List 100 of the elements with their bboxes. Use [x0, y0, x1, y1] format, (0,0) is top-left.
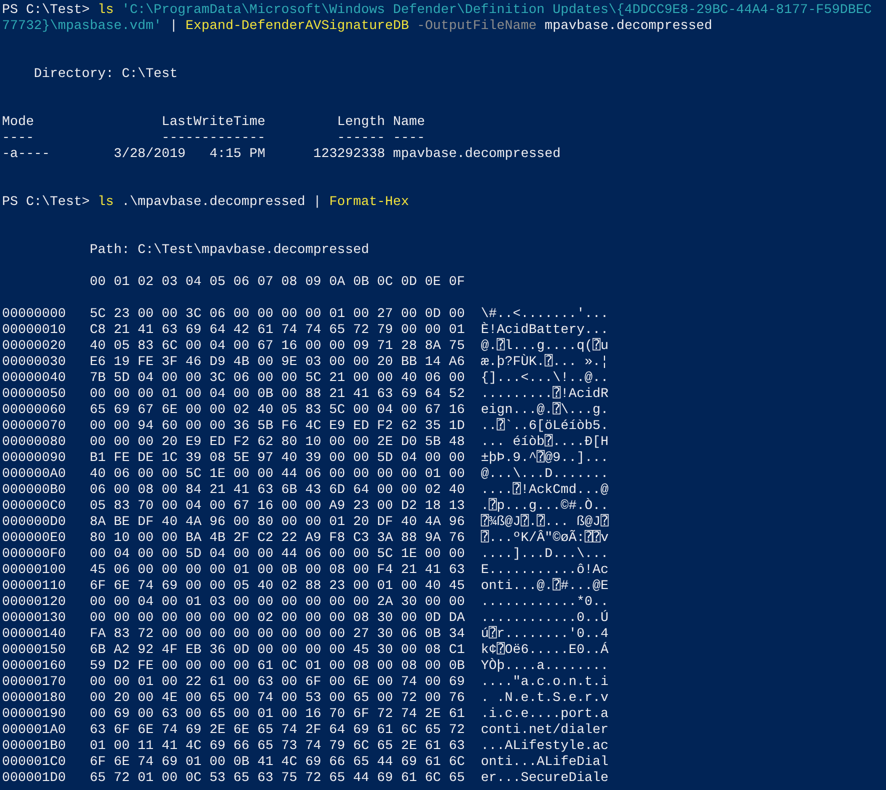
column-header: Name: [393, 114, 425, 129]
row-offset: 00000050: [2, 386, 66, 401]
ascii-text: ...."a.c.o.n.t.i: [480, 674, 608, 689]
hex-bytes: 00 20 00 4E 00 65 00 74 00 53 00 65 00 72 00 76: [90, 690, 465, 705]
ascii-text: eign...@.⍰\...g.: [480, 402, 609, 417]
hex-bytes: 05 83 70 00 04 00 67 16 00 00 A9 23 00 D2 18 13: [90, 498, 465, 513]
hex-bytes: 8A BE DF 40 4A 96 00 80 00 00 01 20 DF 40 4A 96: [90, 514, 465, 529]
directory-path: C:\Test: [122, 66, 178, 81]
hex-bytes: B1 FE DE 1C 39 08 5E 97 40 39 00 00 5D 04 00 00: [90, 450, 465, 465]
ascii-text: ............0..Ú: [480, 610, 608, 625]
row-offset: 00000000: [2, 306, 66, 321]
row-offset: 00000180: [2, 690, 66, 705]
hex-bytes: 80 10 00 00 BA 4B 2F C2 22 A9 F8 C3 3A 88 9A 76: [90, 530, 465, 545]
ascii-text: .i.c.e....port.a: [480, 706, 608, 721]
hex-bytes: 00 00 00 01 00 04 00 0B 00 88 21 41 63 69 64 52: [90, 386, 465, 401]
hex-bytes: FA 83 72 00 00 00 00 00 00 00 00 27 30 06 0B 34: [90, 626, 465, 641]
row-offset: 00000150: [2, 642, 66, 657]
ascii-text: ....]...D...\...: [480, 546, 608, 561]
column-header: Mode: [2, 114, 34, 129]
row-offset: 000001B0: [2, 738, 66, 753]
row-offset: 00000070: [2, 418, 66, 433]
ascii-text: .........⍰!AcidR: [480, 386, 609, 401]
column-offsets: 00 01 02 03 04 05 06 07 08 09 0A 0B 0C 0D 0E 0F: [90, 274, 465, 289]
row-offset: 00000010: [2, 322, 66, 337]
ascii-text: YÒþ....a........: [480, 658, 608, 673]
hex-bytes: 65 72 01 00 0C 53 65 63 75 72 65 44 69 61 6C 65: [90, 770, 465, 785]
row-offset: 000000F0: [2, 546, 66, 561]
hex-bytes: C8 21 41 63 69 64 42 61 74 74 65 72 79 00 00 01: [90, 322, 465, 337]
hex-bytes: 00 00 94 60 00 00 36 5B F6 4C E9 ED F2 62 35 1D: [90, 418, 465, 433]
row-offset: 00000130: [2, 610, 66, 625]
hex-bytes: 40 06 00 00 5C 1E 00 00 44 06 00 00 00 00 01 00: [90, 466, 465, 481]
row-offset: 00000190: [2, 706, 66, 721]
header-underline: ----: [2, 130, 34, 145]
ascii-text: ⍰¾ß@J⍰.⍰... ß@J⍰: [480, 514, 609, 529]
ascii-text: æ.þ?FÙK.⍰... ».¦: [480, 354, 609, 369]
command-line: PS C:\Test> ls 'C:\ProgramData\Microsoft\Windows Defender\Definition Updates\{4DDCC9E8-29BC-44A4-8177-F59DBEC77732}\mpasbase.vdm' | Expand-DefenderAVSignatureDB -OutputFileName mpavbase.decompressed: [2, 2, 873, 34]
ascii-text: er...SecureDiale: [480, 770, 608, 785]
ascii-text: @...\...D.......: [480, 466, 608, 481]
hex-bytes: 00 04 00 00 5D 04 00 00 44 06 00 00 5C 1E 00 00: [90, 546, 465, 561]
row-offset: 00000040: [2, 370, 66, 385]
column-header: Length: [337, 114, 386, 129]
row-offset: 00000110: [2, 578, 66, 593]
hex-bytes: 00 00 04 00 01 03 00 00 00 00 00 00 2A 30 00 00: [90, 594, 465, 609]
ascii-text: . .N.e.t.S.e.r.v: [480, 690, 608, 705]
ascii-text: .⍰p...g...©#.Ò..: [480, 498, 609, 513]
header-underline: -------------: [162, 130, 266, 145]
row-offset: 000000B0: [2, 482, 66, 497]
row-offset: 00000060: [2, 402, 66, 417]
row-offset: 00000080: [2, 434, 66, 449]
hex-bytes: 7B 5D 04 00 00 3C 06 00 00 5C 21 00 00 40 06 00: [90, 370, 465, 385]
row-offset: 00000170: [2, 674, 66, 689]
ascii-text: ....⍰!AckCmd...@: [480, 482, 609, 497]
column-header: LastWriteTime: [162, 114, 266, 129]
ascii-text: \#..<.......'...: [480, 306, 608, 321]
ascii-text: ú⍰r........'0..4: [480, 626, 609, 641]
hex-bytes: 40 05 83 6C 00 04 00 67 16 00 00 09 71 28 8A 75: [90, 338, 465, 353]
row-offset: 00000140: [2, 626, 66, 641]
ascii-text: ... éíòb⍰....Ð[H: [480, 434, 609, 449]
header-underline: ------: [337, 130, 386, 145]
row-offset: 00000030: [2, 354, 66, 369]
row-offset: 00000100: [2, 562, 66, 577]
row-offset: 000000E0: [2, 530, 66, 545]
hex-bytes: 45 06 00 00 00 00 01 00 0B 00 08 00 F4 21 41 63: [90, 562, 465, 577]
header-underline: ----: [393, 130, 425, 145]
row-offset: 00000160: [2, 658, 66, 673]
ascii-text: k¢⍰Oë6.....E0..Á: [480, 642, 609, 657]
row-offset: 00000020: [2, 338, 66, 353]
row-offset: 000000D0: [2, 514, 66, 529]
command-line: PS C:\Test> ls .\mpavbase.decompressed | Format-Hex: [2, 194, 410, 210]
mode-text: -a----: [2, 146, 50, 161]
ascii-text: @.⍰l...g....q(⍰u: [480, 338, 609, 353]
path-label: Path:: [90, 242, 130, 257]
ascii-text: onti...ALifeDial: [480, 754, 608, 769]
date-time-text: 3/28/2019 4:15 PM: [114, 146, 266, 161]
row-offset: 000000A0: [2, 466, 66, 481]
row-offset: 000000C0: [2, 498, 66, 513]
path-text: C:\Test\mpavbase.decompressed: [138, 242, 370, 257]
hex-bytes: 65 69 67 6E 00 00 02 40 05 83 5C 00 04 00 67 16: [90, 402, 465, 417]
hex-bytes: 00 00 01 00 22 61 00 63 00 6F 00 6E 00 74 00 69: [90, 674, 465, 689]
row-offset: 000001C0: [2, 754, 66, 769]
hex-bytes: 01 00 11 41 4C 69 66 65 73 74 79 6C 65 2E 61 63: [90, 738, 465, 753]
ascii-text: E...........ô!Ac: [480, 562, 608, 577]
name-text: mpavbase.decompressed: [393, 146, 561, 161]
hex-bytes: 06 00 08 00 84 21 41 63 6B 43 6D 64 00 00 02 40: [90, 482, 465, 497]
ascii-text: ..⍰`..6[öLéíòb5.: [480, 418, 609, 433]
hex-bytes: 5C 23 00 00 3C 06 00 00 00 00 01 00 27 00 0D 00: [90, 306, 465, 321]
hex-bytes: E6 19 FE 3F 46 D9 4B 00 9E 03 00 00 20 BB 14 A6: [90, 354, 465, 369]
hex-bytes: 6F 6E 74 69 00 00 05 40 02 88 23 00 01 00 40 45: [90, 578, 465, 593]
ascii-text: È!AcidBattery...: [480, 322, 608, 337]
hex-bytes: 59 D2 FE 00 00 00 00 61 0C 01 00 08 00 08 00 0B: [90, 658, 465, 673]
hex-bytes: 00 69 00 63 00 65 00 01 00 16 70 6F 72 74 2E 61: [90, 706, 465, 721]
row-offset: 000001D0: [2, 770, 66, 785]
hex-bytes: 63 6F 6E 74 69 2E 6E 65 74 2F 64 69 61 6C 65 72: [90, 722, 465, 737]
row-offset: 00000090: [2, 450, 66, 465]
hex-bytes: 6B A2 92 4F EB 36 0D 00 00 00 00 45 30 00 08 C1: [90, 642, 465, 657]
row-offset: 000001A0: [2, 722, 66, 737]
ascii-text: ±þÞ.9.^⍰@9..]...: [480, 450, 609, 465]
hex-bytes: 00 00 00 00 00 00 00 02 00 00 00 08 30 00 0D DA: [90, 610, 465, 625]
hex-bytes: 00 00 00 20 E9 ED F2 62 80 10 00 00 2E D0 5B 48: [90, 434, 465, 449]
row-offset: 00000120: [2, 594, 66, 609]
